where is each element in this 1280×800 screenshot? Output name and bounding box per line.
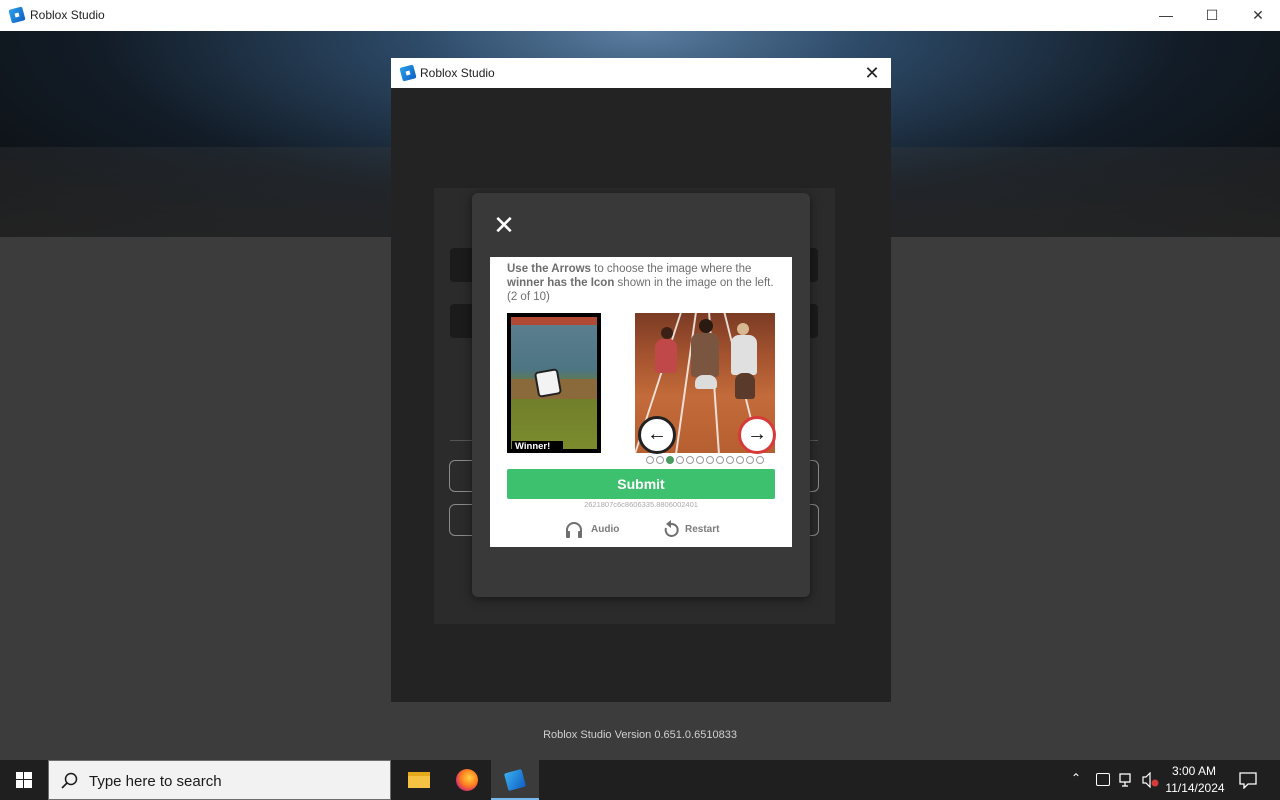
- inner-dialog-title: Roblox Studio: [420, 66, 495, 80]
- progress-dot: [646, 456, 654, 464]
- inner-dialog-titlebar: Roblox Studio ✕: [391, 58, 891, 88]
- winner-label: Winner!: [512, 441, 563, 453]
- headphones-icon: [566, 522, 582, 538]
- network-icon[interactable]: [1119, 772, 1135, 788]
- close-button[interactable]: ✕: [1235, 0, 1280, 31]
- minimize-button[interactable]: —: [1143, 0, 1189, 31]
- roblox-studio-icon: [503, 768, 527, 792]
- windows-logo-icon: [16, 772, 32, 788]
- roblox-logo-icon: [8, 6, 26, 24]
- progress-dot: [686, 456, 694, 464]
- volume-muted-icon[interactable]: [1142, 772, 1160, 788]
- progress-dot: [746, 456, 754, 464]
- restart-label: Restart: [685, 524, 720, 535]
- show-hidden-icons-chevron-icon[interactable]: ⌃: [1071, 771, 1081, 785]
- runner: [731, 335, 757, 375]
- progress-dot: [666, 456, 674, 464]
- clock-time[interactable]: 3:00 AM: [1168, 764, 1220, 778]
- roblox-studio-taskbar-button[interactable]: [491, 760, 539, 800]
- restart-icon: [664, 520, 679, 537]
- runner-head: [661, 327, 673, 339]
- progress-dot: [656, 456, 664, 464]
- submit-button[interactable]: Submit: [507, 469, 775, 499]
- window-title: Roblox Studio: [30, 8, 105, 22]
- runner-shorts: [695, 375, 717, 389]
- target-icon: [533, 368, 563, 398]
- taskbar-search-box[interactable]: Type here to search: [48, 760, 391, 800]
- progress-dot: [756, 456, 764, 464]
- session-id: 2621807c6c8606335.8806002401: [584, 500, 698, 509]
- progress-dot: [676, 456, 684, 464]
- runner-head: [699, 319, 713, 333]
- left-arrow-button[interactable]: ←: [638, 416, 676, 454]
- captcha-instruction: Use the Arrows to choose the image where…: [507, 262, 775, 304]
- clock-date[interactable]: 11/14/2024: [1160, 781, 1230, 795]
- runner: [691, 333, 719, 377]
- captcha-close-icon[interactable]: ✕: [492, 212, 516, 238]
- progress-dot: [706, 456, 714, 464]
- instruction-bold: Use the Arrows: [507, 263, 591, 275]
- inner-dialog-close-button[interactable]: ✕: [859, 61, 885, 85]
- roblox-logo-icon: [399, 64, 417, 82]
- progress-dot: [736, 456, 744, 464]
- progress-dot: [696, 456, 704, 464]
- firefox-icon: [456, 769, 478, 791]
- audio-label: Audio: [591, 524, 620, 535]
- progress-dot: [726, 456, 734, 464]
- progress-dots: [646, 456, 766, 464]
- start-button[interactable]: [0, 760, 48, 800]
- file-explorer-taskbar-button[interactable]: [395, 760, 443, 800]
- runner: [655, 339, 677, 373]
- progress-dot: [716, 456, 724, 464]
- search-placeholder: Type here to search: [89, 773, 222, 790]
- meet-now-icon[interactable]: [1096, 773, 1110, 786]
- window-titlebar: Roblox Studio — ☐ ✕: [0, 0, 1280, 32]
- runner-legs: [735, 373, 755, 399]
- firefox-taskbar-button[interactable]: [443, 760, 491, 800]
- search-icon: [61, 772, 78, 789]
- maximize-button[interactable]: ☐: [1189, 0, 1235, 31]
- instruction-text: to choose the image where the: [590, 263, 752, 275]
- right-arrow-button[interactable]: →: [738, 416, 776, 454]
- taskbar: Type here to search ⌃ 3:00 AM 11/14/2024: [0, 760, 1280, 800]
- runner-head: [737, 323, 749, 335]
- notifications-icon[interactable]: [1239, 771, 1257, 789]
- folder-icon: [408, 772, 430, 788]
- version-text: Roblox Studio Version 0.651.0.6510833: [543, 729, 737, 741]
- instruction-bold: winner has the Icon: [507, 277, 615, 289]
